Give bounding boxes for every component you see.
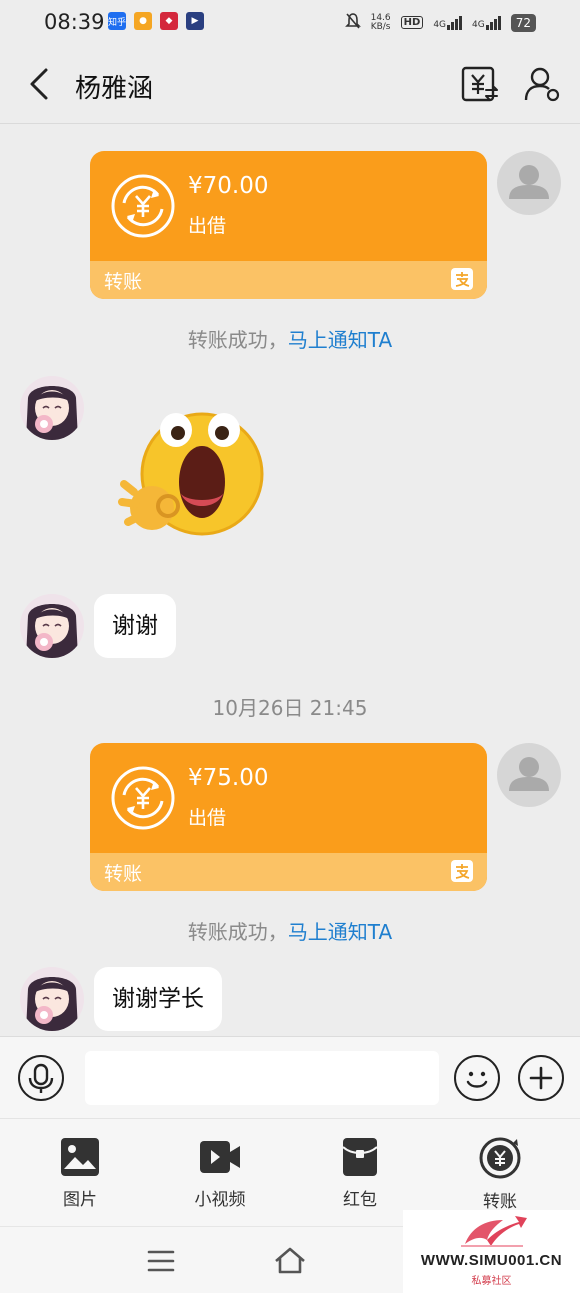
watermark-url: WWW.SIMU001.CN [420,1252,563,1269]
yuan-exchange-icon [111,766,175,830]
red-packet-icon [342,1138,378,1176]
transfer-label: 转账 [104,271,143,293]
voice-button[interactable] [18,1055,64,1101]
contact-avatar[interactable] [20,376,84,440]
alipay-icon [451,860,473,882]
transfer-success-note: 转账成功，马上通知TA [187,920,393,944]
signal-icon-2: 4G [472,15,501,30]
anime-girl-avatar [20,594,84,658]
emoji-sticker[interactable] [116,400,276,560]
notify-link[interactable]: 马上通知TA [288,328,392,352]
weibo-app-icon: ● [134,12,152,30]
message-timestamp: 10月26日 21:45 [212,696,368,720]
default-avatar-icon [509,165,549,199]
transfer-label: 转账 [104,863,143,885]
chevron-left-icon [30,68,48,100]
status-app-icons: 知乎 ● ◆ ▶ [108,12,204,30]
chat-title: 杨雅涵 [75,74,154,104]
zhihu-app-icon: 知乎 [108,12,126,30]
back-button[interactable] [22,64,58,104]
transfer-amount: ¥70.00 [188,173,269,199]
anime-girl-avatar [20,376,84,440]
battery-icon: 72 [510,13,536,32]
message-input[interactable] [85,1051,439,1105]
mute-icon [344,12,361,33]
app-icon-red: ◆ [160,12,178,30]
anime-girl-avatar [20,967,84,1031]
user-settings-icon [524,67,560,102]
network-speed: 14.6 KB/s [370,12,391,32]
action-video[interactable]: 小视频 [170,1137,270,1210]
action-transfer[interactable]: 转账 [450,1137,550,1212]
status-indicators: 14.6 KB/s HD 4G 4G 72 [344,12,536,33]
home-icon [275,1247,305,1274]
app-icon-blue: ▶ [186,12,204,30]
action-red-packet[interactable]: 红包 [310,1137,410,1210]
emoji-button[interactable] [454,1055,500,1101]
transfer-header-button[interactable] [460,64,500,104]
alipay-icon [451,268,473,290]
transfer-type: 出借 [188,215,227,237]
microphone-icon [28,1063,54,1093]
watermark-logo-icon [461,1216,527,1247]
contact-avatar[interactable] [20,967,84,1031]
signal-icon-1: 4G [433,15,463,30]
transfer-card-footer: 转账 [90,853,487,891]
transfer-icon [479,1137,521,1179]
default-avatar-icon [509,757,549,791]
plus-icon [529,1066,553,1090]
menu-button[interactable] [141,1241,181,1281]
message-bubble[interactable]: 谢谢 [94,594,176,658]
chat-settings-button[interactable] [522,64,562,104]
yuan-exchange-icon [111,174,175,238]
yuan-transfer-icon [461,66,498,102]
transfer-success-note: 转账成功，马上通知TA [187,328,393,352]
watermark-subtitle: 私募社区 [471,1276,512,1287]
my-avatar[interactable] [497,743,561,807]
status-time: 08:39 [44,10,105,34]
contact-avatar[interactable] [20,594,84,658]
transfer-amount: ¥75.00 [188,765,269,791]
input-bar [0,1036,580,1118]
chat-header: 杨雅涵 [0,46,580,124]
watermark: WWW.SIMU001.CN 私募社区 [403,1210,580,1293]
smile-icon [466,1071,488,1088]
more-button[interactable] [518,1055,564,1101]
status-bar: 08:39 知乎 ● ◆ ▶ 14.6 KB/s HD 4G 4G 72 [0,0,580,46]
transfer-card[interactable]: ¥70.00 出借 转账 [90,151,487,299]
transfer-card-footer: 转账 [90,261,487,299]
notify-link[interactable]: 马上通知TA [288,920,392,944]
transfer-type: 出借 [188,807,227,829]
action-image[interactable]: 图片 [30,1137,130,1210]
menu-icon [147,1250,175,1272]
home-button[interactable] [270,1241,310,1281]
my-avatar[interactable] [497,151,561,215]
message-bubble[interactable]: 谢谢学长 [94,967,222,1031]
image-icon [61,1138,99,1176]
video-icon [200,1141,240,1173]
transfer-card[interactable]: ¥75.00 出借 转账 [90,743,487,891]
hd-badge: HD [400,16,424,29]
